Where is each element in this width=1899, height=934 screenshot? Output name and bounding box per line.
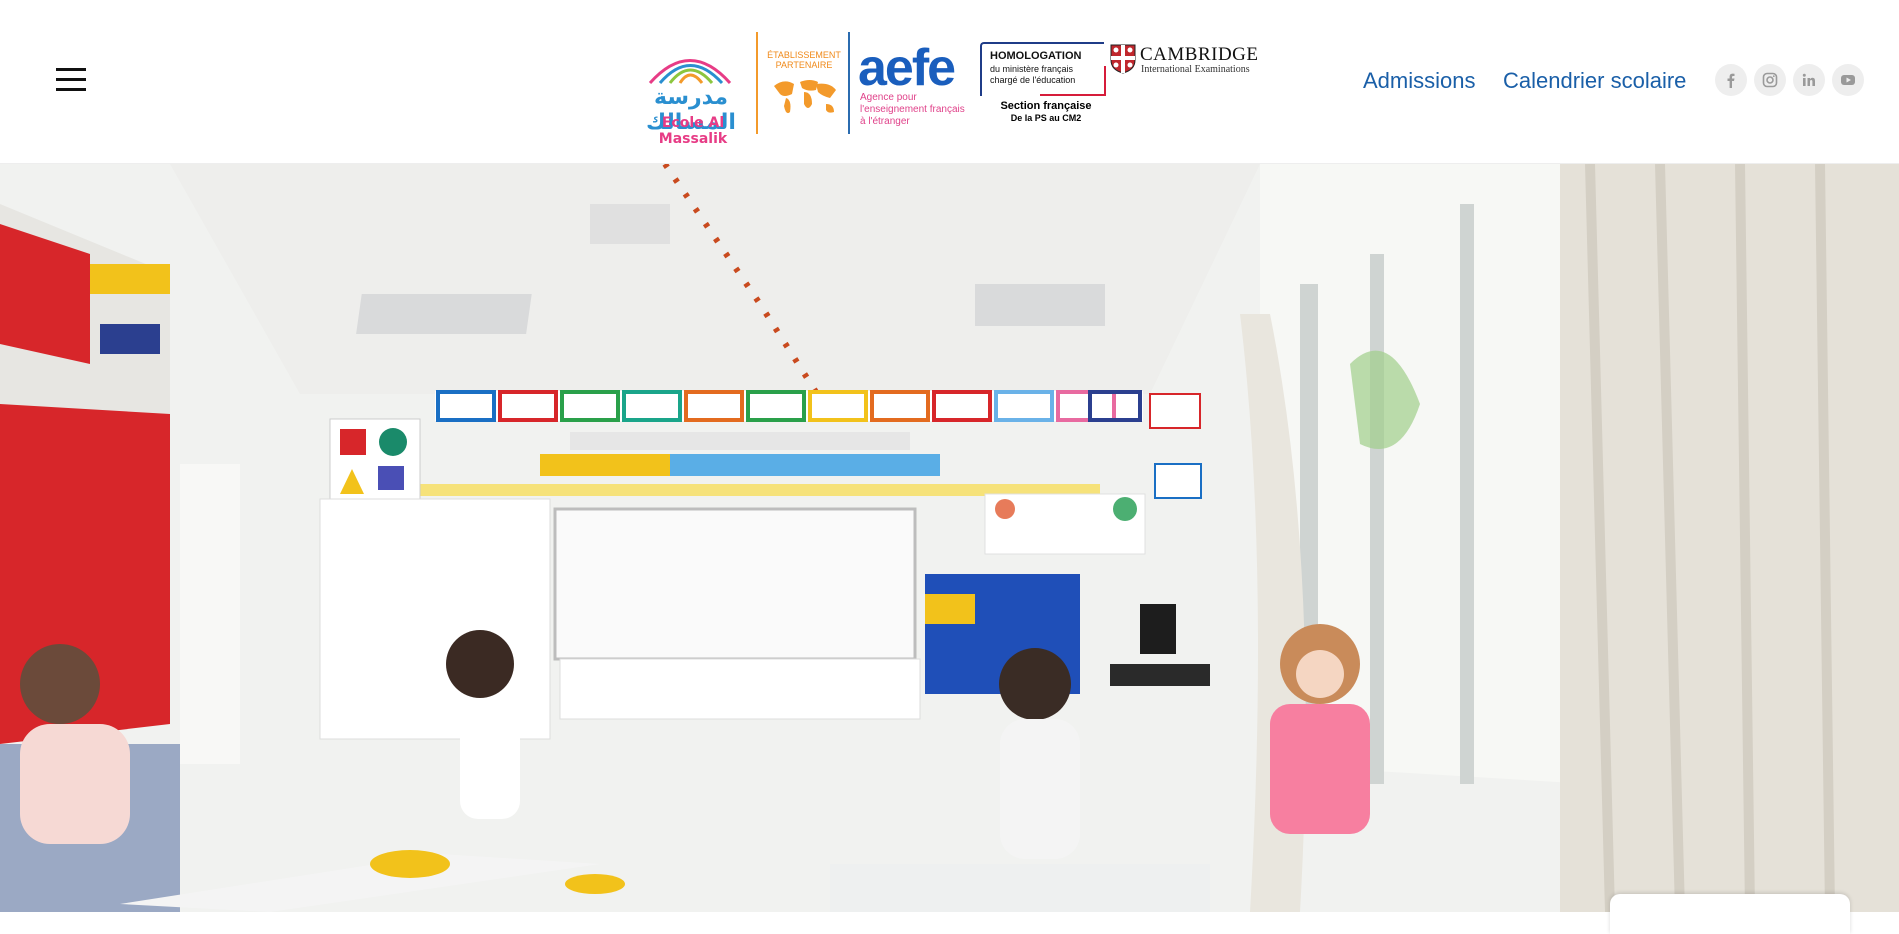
facebook-icon[interactable] bbox=[1715, 64, 1747, 96]
classroom-photo bbox=[0, 164, 1899, 912]
partner-badge: ÉTABLISSEMENT PARTENAIRE bbox=[766, 32, 842, 132]
aefe-tagline-line: à l'étranger bbox=[860, 116, 910, 127]
world-map-icon bbox=[774, 80, 836, 114]
partner-label: ÉTABLISSEMENT PARTENAIRE bbox=[767, 50, 841, 70]
nav-calendrier-scolaire[interactable]: Calendrier scolaire bbox=[1503, 68, 1686, 94]
section-range: De la PS au CM2 bbox=[1010, 113, 1082, 123]
homologation-accent bbox=[1040, 94, 1104, 96]
massalik-name: Ecole Al Massalik bbox=[658, 115, 728, 147]
logo-divider bbox=[756, 32, 758, 134]
aefe-tagline-line: Agence pour bbox=[860, 92, 917, 103]
cambridge-subtitle: International Examinations bbox=[1141, 64, 1250, 75]
site-header: مدرسة المسالك Ecole Al Massalik ÉTABLISS… bbox=[0, 0, 1899, 164]
hero-classroom-image bbox=[0, 164, 1899, 912]
section-title: Section française bbox=[1000, 100, 1092, 112]
logo-divider bbox=[848, 32, 850, 134]
hamburger-menu-icon[interactable] bbox=[56, 68, 86, 92]
cambridge-logo: CAMBRIDGE International Examinations bbox=[1110, 44, 1270, 84]
aefe-tagline: Agence pour l'enseignement français à l'… bbox=[860, 92, 972, 128]
homologation-line: chargé de l'éducation bbox=[990, 75, 1076, 85]
scroll-up-tab[interactable] bbox=[1610, 894, 1850, 934]
linkedin-icon[interactable] bbox=[1793, 64, 1825, 96]
homologation-subtitle: du ministère français chargé de l'éducat… bbox=[990, 64, 1100, 86]
aefe-wordmark: aefe bbox=[858, 39, 956, 97]
nav-admissions[interactable]: Admissions bbox=[1363, 68, 1475, 94]
cambridge-title: CAMBRIDGE bbox=[1140, 44, 1259, 65]
homologation-badge: HOMOLOGATION du ministère français charg… bbox=[980, 42, 1106, 128]
instagram-icon[interactable] bbox=[1754, 64, 1786, 96]
massalik-logo: مدرسة المسالك Ecole Al Massalik bbox=[630, 43, 752, 147]
homologation-accent bbox=[1104, 66, 1106, 96]
partner-logos[interactable]: مدرسة المسالك Ecole Al Massalik ÉTABLISS… bbox=[630, 28, 1270, 147]
homologation-title: HOMOLOGATION bbox=[990, 50, 1082, 62]
section-francaise: Section française De la PS au CM2 bbox=[986, 100, 1106, 124]
aefe-tagline-line: l'enseignement français bbox=[860, 104, 965, 115]
cambridge-shield-icon bbox=[1110, 44, 1136, 74]
youtube-icon[interactable] bbox=[1832, 64, 1864, 96]
aefe-logo: aefe Agence pour l'enseignement français… bbox=[858, 32, 970, 132]
homologation-line: du ministère français bbox=[990, 64, 1074, 74]
massalik-swirl-icon bbox=[648, 59, 732, 85]
